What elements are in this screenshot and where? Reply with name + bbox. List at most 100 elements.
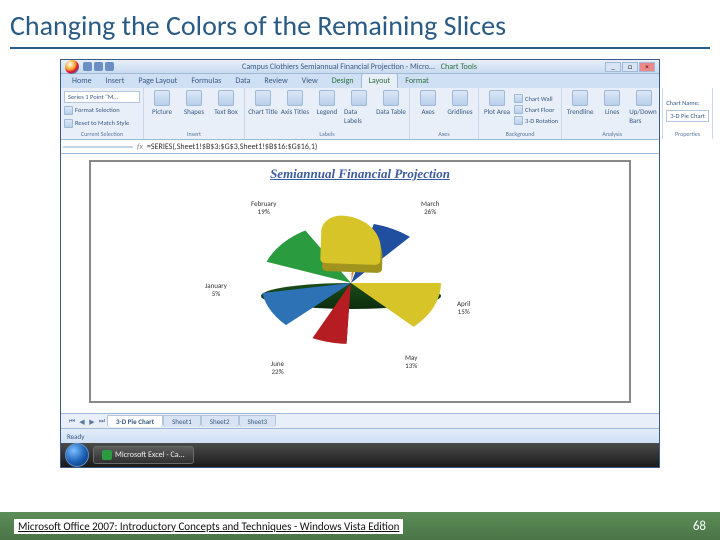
legend-icon bbox=[319, 90, 335, 106]
tab-nav-last-icon[interactable]: ⏭ bbox=[97, 416, 107, 426]
legend-button[interactable]: Legend bbox=[312, 90, 342, 129]
office-button[interactable] bbox=[65, 60, 79, 74]
tab-page-layout[interactable]: Page Layout bbox=[131, 74, 184, 88]
plot-area-icon bbox=[489, 90, 505, 106]
undo-icon[interactable] bbox=[94, 62, 103, 71]
data-label-january[interactable]: January5% bbox=[205, 282, 227, 297]
close-button[interactable]: × bbox=[639, 62, 655, 72]
axes-icon bbox=[420, 90, 436, 106]
data-label-may[interactable]: May13% bbox=[405, 354, 417, 369]
lines-icon bbox=[604, 90, 620, 106]
group-label-analysis: Analysis bbox=[565, 129, 659, 138]
updown-icon bbox=[636, 90, 652, 106]
group-label-current-selection: Current Selection bbox=[64, 129, 140, 138]
chart-element-selector[interactable]: Series 1 Point "M... bbox=[64, 91, 140, 103]
page-number: 68 bbox=[693, 519, 706, 534]
document-title: Campus Clothiers Semiannual Financial Pr… bbox=[242, 62, 435, 72]
textbox-icon bbox=[218, 90, 234, 106]
chart-sheet[interactable]: Semiannual Financial Projection February… bbox=[61, 154, 659, 414]
plot-area-label: Plot Area bbox=[484, 107, 510, 116]
axes-button[interactable]: Axes bbox=[413, 90, 443, 129]
picture-button[interactable]: Picture bbox=[147, 90, 177, 129]
pie-3d[interactable] bbox=[261, 222, 441, 352]
tab-home[interactable]: Home bbox=[65, 74, 99, 88]
taskbar: Microsoft Excel - Ca... bbox=[61, 443, 659, 467]
group-background: Plot Area Chart Wall Chart Floor 3-D Rot… bbox=[479, 88, 562, 139]
shapes-icon bbox=[186, 90, 202, 106]
tab-data[interactable]: Data bbox=[228, 74, 257, 88]
axes-label: Axes bbox=[421, 107, 434, 116]
excel-window: Campus Clothiers Semiannual Financial Pr… bbox=[60, 59, 660, 468]
chart-floor-label: Chart Floor bbox=[525, 106, 555, 114]
chart-title-text[interactable]: Semiannual Financial Projection bbox=[91, 162, 629, 186]
lines-label: Lines bbox=[605, 107, 619, 116]
title-underline bbox=[10, 47, 710, 49]
rotation-icon bbox=[514, 116, 523, 125]
gridlines-label: Gridlines bbox=[447, 107, 472, 116]
chart-floor-button[interactable]: Chart Floor bbox=[514, 104, 558, 115]
slice-march-exploded[interactable] bbox=[320, 215, 382, 265]
slice-march[interactable] bbox=[351, 283, 441, 344]
sheet-tab-2[interactable]: Sheet2 bbox=[201, 415, 239, 427]
window-controls: _ □ × bbox=[605, 62, 655, 72]
textbox-button[interactable]: Text Box bbox=[211, 90, 241, 129]
tab-format[interactable]: Format bbox=[398, 74, 435, 88]
axis-titles-button[interactable]: Axis Titles bbox=[280, 90, 310, 129]
data-labels-button[interactable]: Data Labels bbox=[344, 90, 374, 129]
data-label-february[interactable]: February19% bbox=[251, 200, 276, 215]
tab-nav-first-icon[interactable]: ⏮ bbox=[67, 416, 77, 426]
chart-title-label: Chart Title bbox=[248, 107, 278, 116]
sheet-tab-pie[interactable]: 3-D Pie Chart bbox=[107, 415, 163, 427]
tab-formulas[interactable]: Formulas bbox=[184, 74, 228, 88]
data-label-march[interactable]: March26% bbox=[421, 200, 439, 215]
gridlines-icon bbox=[452, 90, 468, 106]
tab-design[interactable]: Design bbox=[325, 74, 361, 88]
sheet-tab-1[interactable]: Sheet1 bbox=[163, 415, 201, 427]
data-label-april[interactable]: April15% bbox=[457, 300, 470, 315]
chart-object[interactable]: Semiannual Financial Projection February… bbox=[89, 160, 631, 403]
formula-text[interactable]: =SERIES(,Sheet1!$B$3:$G$3,Sheet1!$B$16:$… bbox=[147, 142, 657, 152]
gridlines-button[interactable]: Gridlines bbox=[445, 90, 475, 129]
pie-chart[interactable]: February19% March26% April15% May13% Jun… bbox=[211, 202, 491, 392]
data-label-june[interactable]: June22% bbox=[271, 360, 284, 375]
tab-nav-prev-icon[interactable]: ◀ bbox=[77, 417, 87, 426]
plot-area-button[interactable]: Plot Area bbox=[482, 90, 512, 129]
tab-review[interactable]: Review bbox=[257, 74, 294, 88]
sheet-tabs: ⏮ ◀ ▶ ⏭ 3-D Pie Chart Sheet1 Sheet2 Shee… bbox=[61, 414, 659, 429]
tab-layout[interactable]: Layout bbox=[361, 73, 399, 88]
ribbon: Series 1 Point "M... Format Selection Re… bbox=[61, 88, 659, 140]
tab-insert[interactable]: Insert bbox=[99, 74, 132, 88]
sheet-tab-3[interactable]: Sheet3 bbox=[239, 415, 277, 427]
maximize-button[interactable]: □ bbox=[622, 62, 638, 72]
data-table-button[interactable]: Data Table bbox=[376, 90, 406, 129]
chart-title-icon bbox=[255, 90, 271, 106]
lines-button[interactable]: Lines bbox=[597, 90, 627, 129]
rotation-button[interactable]: 3-D Rotation bbox=[514, 115, 558, 126]
name-box[interactable] bbox=[63, 146, 133, 148]
tab-view[interactable]: View bbox=[295, 74, 325, 88]
taskbar-item-label: Microsoft Excel - Ca... bbox=[115, 450, 185, 460]
updown-button[interactable]: Up/Down Bars bbox=[629, 90, 659, 129]
titlebar: Campus Clothiers Semiannual Financial Pr… bbox=[61, 60, 659, 74]
excel-icon bbox=[102, 450, 112, 460]
chart-wall-icon bbox=[514, 94, 523, 103]
shapes-button[interactable]: Shapes bbox=[179, 90, 209, 129]
redo-icon[interactable] bbox=[105, 62, 114, 71]
chart-name-input[interactable]: 3-D Pie Chart bbox=[666, 110, 709, 122]
textbox-label: Text Box bbox=[214, 107, 238, 116]
minimize-button[interactable]: _ bbox=[605, 62, 621, 72]
trendline-label: Trendline bbox=[567, 107, 594, 116]
fx-icon[interactable]: fx bbox=[137, 142, 143, 152]
chart-wall-button[interactable]: Chart Wall bbox=[514, 93, 558, 104]
tab-nav-next-icon[interactable]: ▶ bbox=[87, 417, 97, 426]
chart-wall-label: Chart Wall bbox=[525, 95, 553, 103]
group-current-selection: Series 1 Point "M... Format Selection Re… bbox=[61, 88, 144, 139]
taskbar-item-excel[interactable]: Microsoft Excel - Ca... bbox=[93, 446, 194, 464]
updown-label: Up/Down Bars bbox=[629, 107, 659, 125]
trendline-button[interactable]: Trendline bbox=[565, 90, 595, 129]
save-icon[interactable] bbox=[83, 62, 92, 71]
chart-title-button[interactable]: Chart Title bbox=[248, 90, 278, 129]
start-button[interactable] bbox=[65, 443, 89, 467]
format-selection-button[interactable]: Format Selection bbox=[64, 105, 140, 116]
reset-style-button[interactable]: Reset to Match Style bbox=[64, 118, 140, 129]
